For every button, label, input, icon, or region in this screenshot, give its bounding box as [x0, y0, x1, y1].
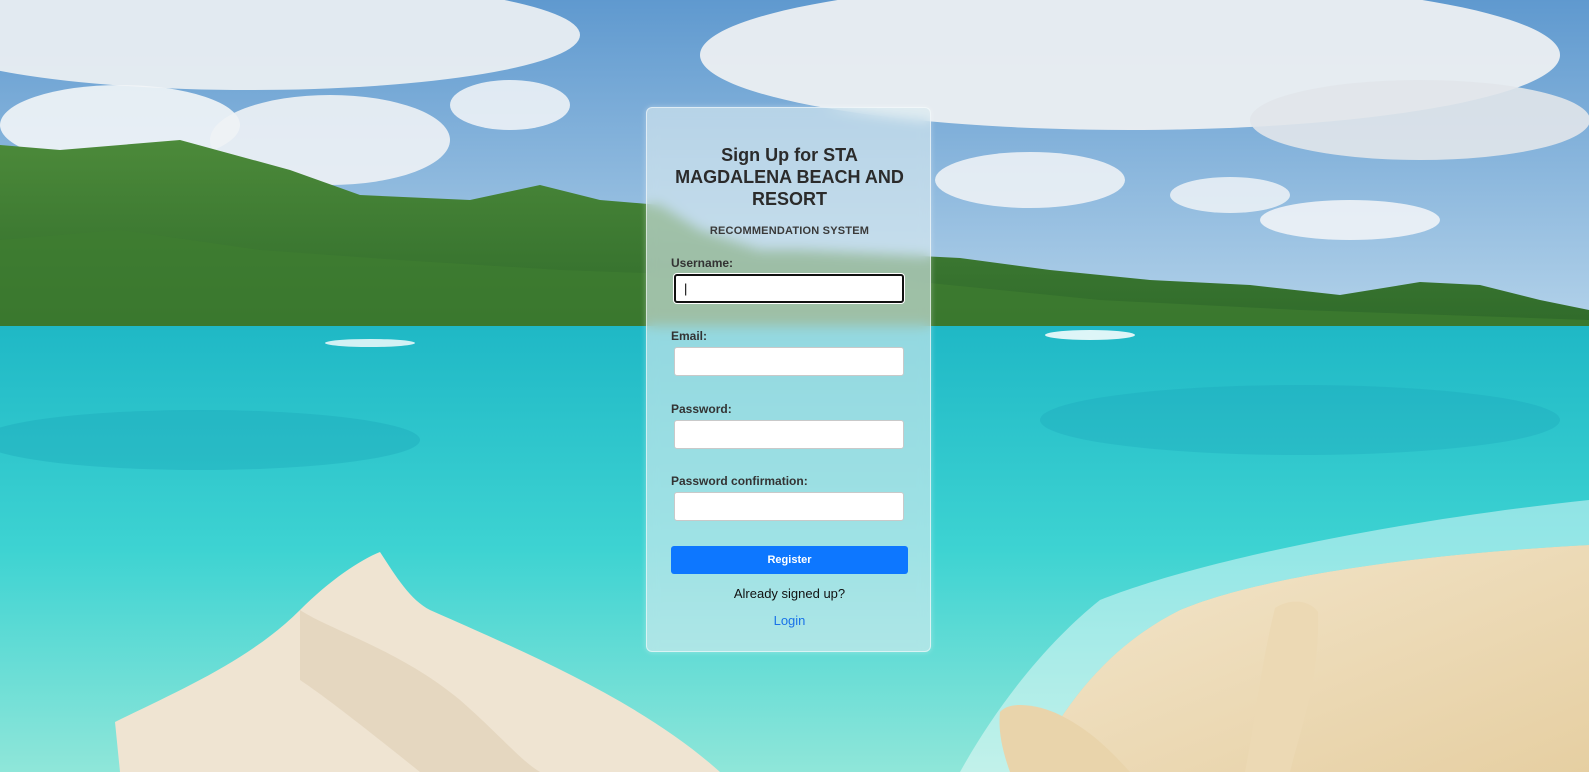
password-confirmation-label: Password confirmation: [671, 474, 808, 488]
page-background: Sign Up for STA MAGDALENA BEACH AND RESO… [0, 0, 1589, 772]
password-input[interactable] [674, 420, 904, 449]
already-signed-up-text: Already signed up? [733, 586, 846, 601]
email-input[interactable] [674, 347, 904, 376]
register-button[interactable]: Register [671, 546, 908, 574]
page-title: Sign Up for STA MAGDALENA BEACH AND RESO… [675, 145, 904, 209]
signup-card: Sign Up for STA MAGDALENA BEACH AND RESO… [646, 107, 931, 652]
subtitle: RECOMMENDATION SYSTEM [709, 225, 870, 237]
username-label: Username: [671, 256, 734, 270]
password-label: Password: [671, 402, 732, 416]
email-label: Email: [671, 329, 708, 343]
password-confirmation-input[interactable] [674, 492, 904, 521]
username-input[interactable] [674, 274, 904, 303]
login-link[interactable]: Login [647, 613, 932, 628]
